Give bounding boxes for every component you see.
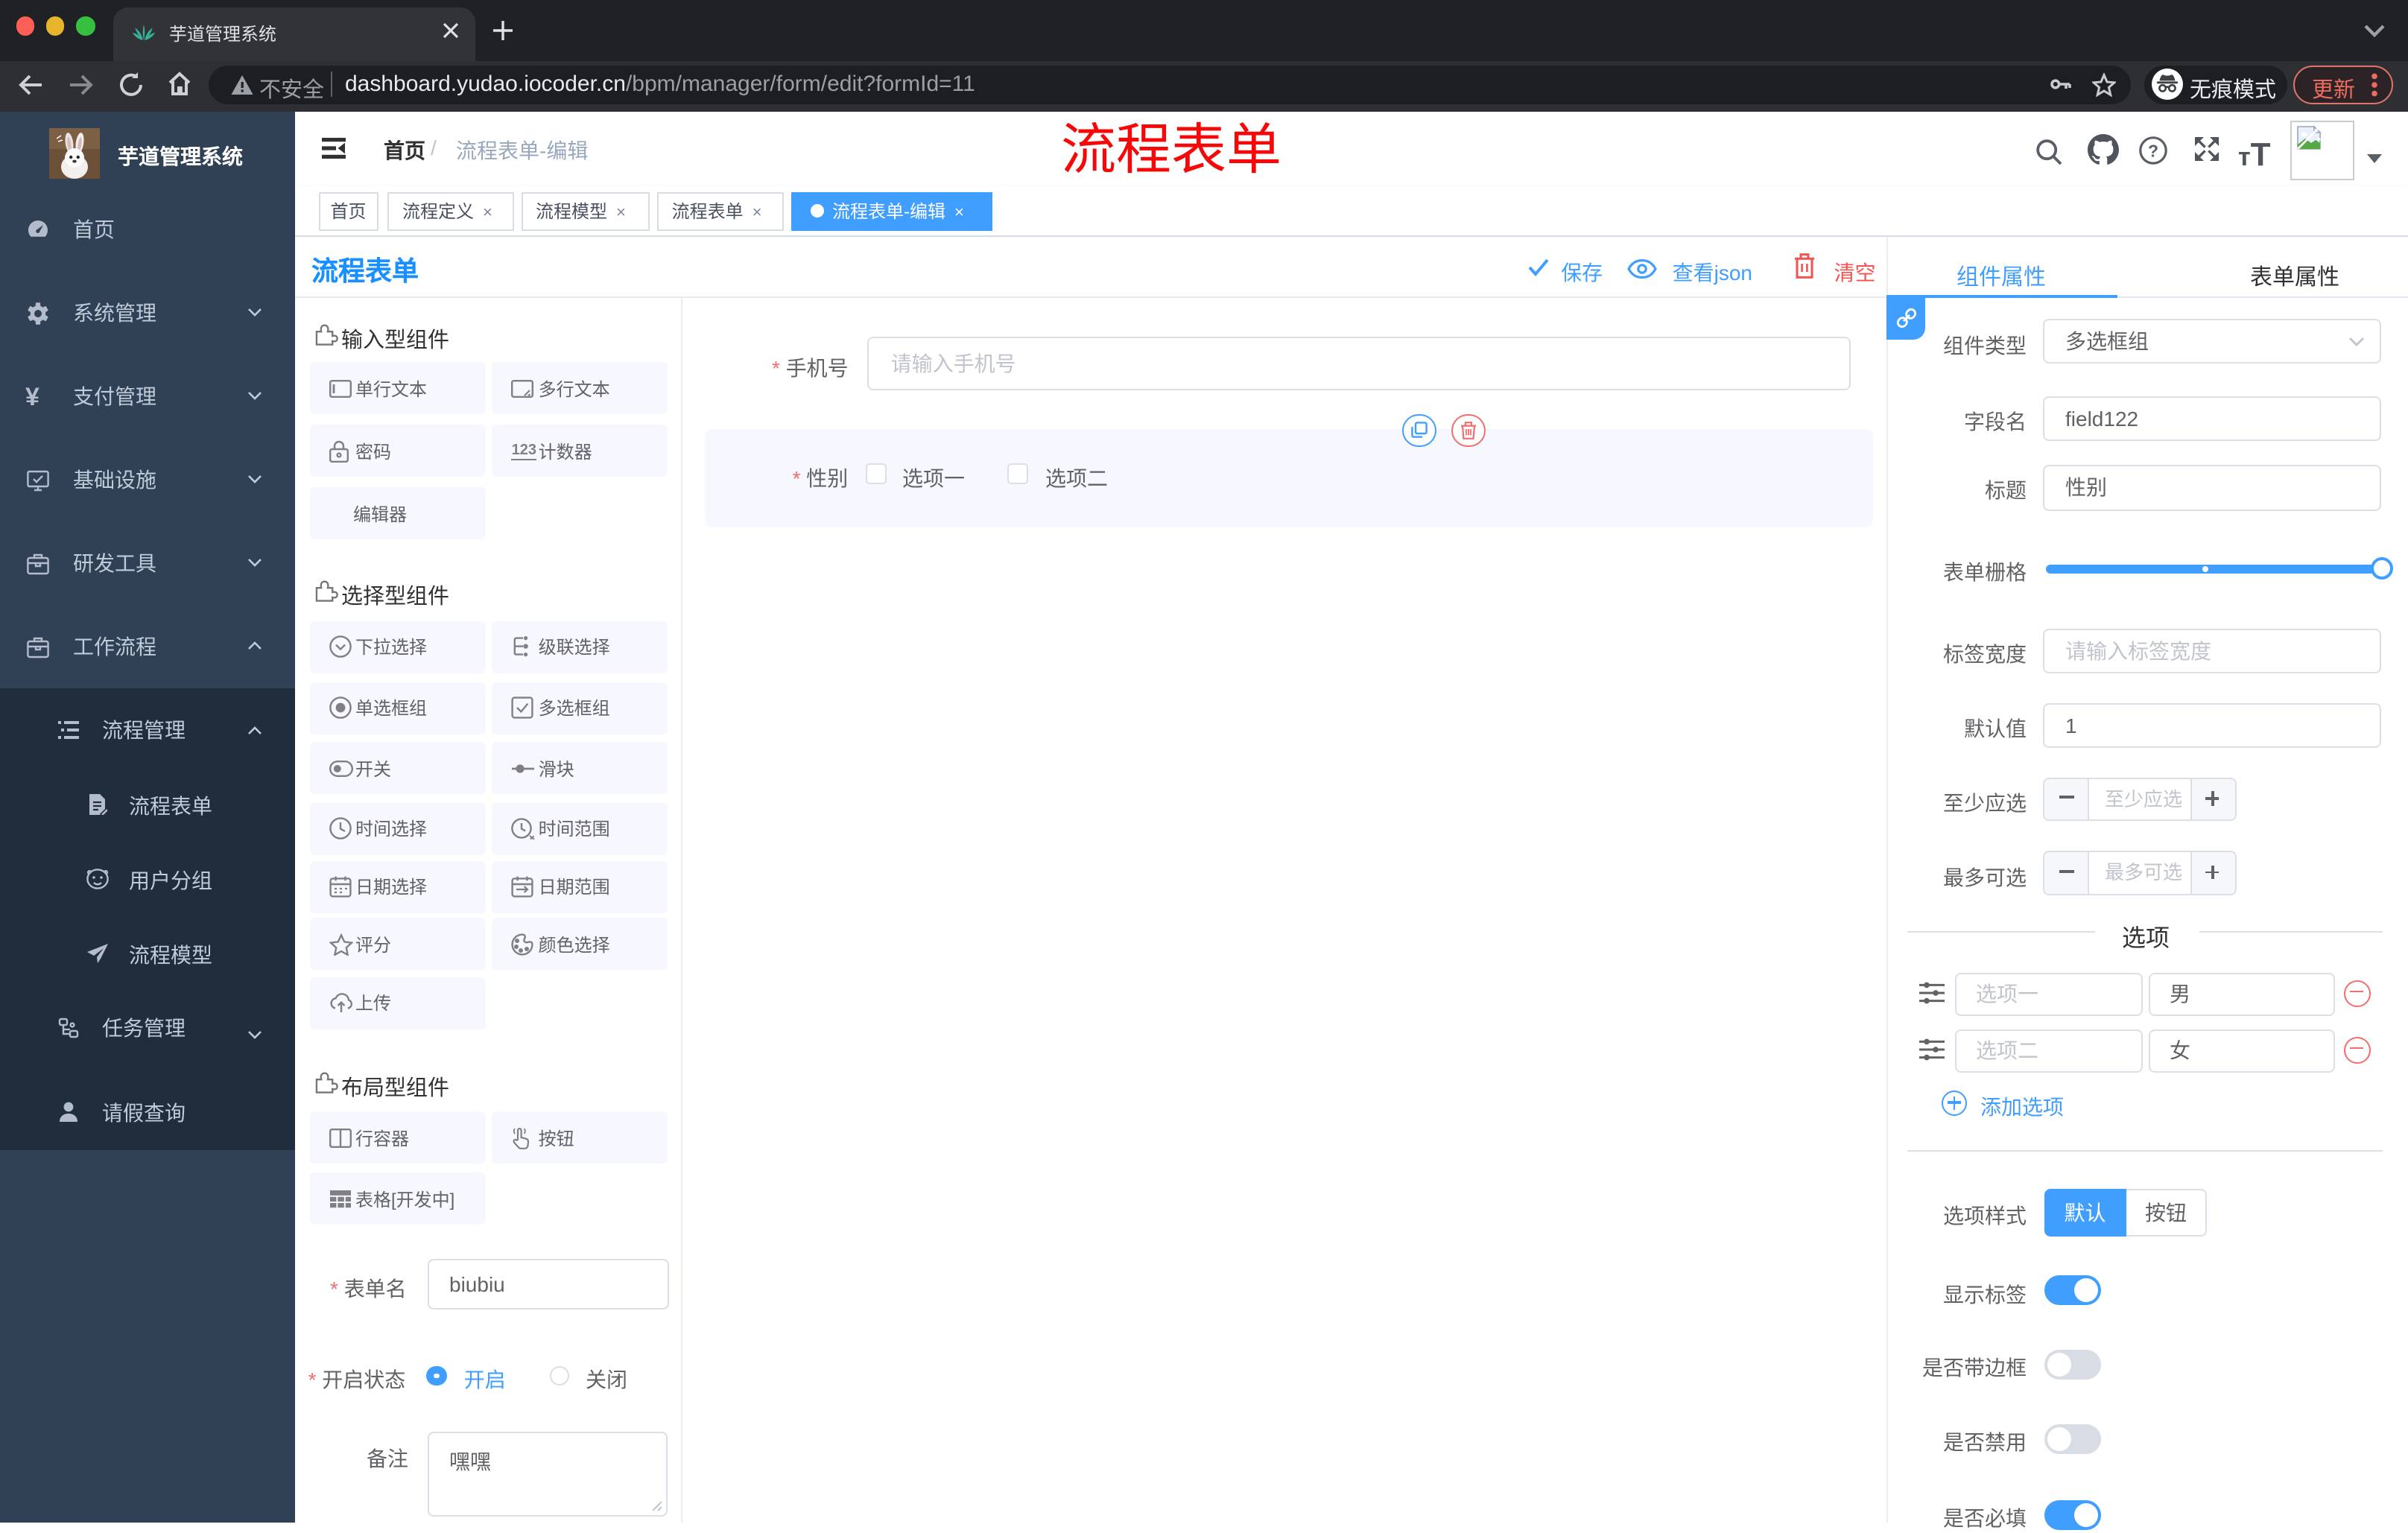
- svg-text:?: ?: [2148, 140, 2158, 159]
